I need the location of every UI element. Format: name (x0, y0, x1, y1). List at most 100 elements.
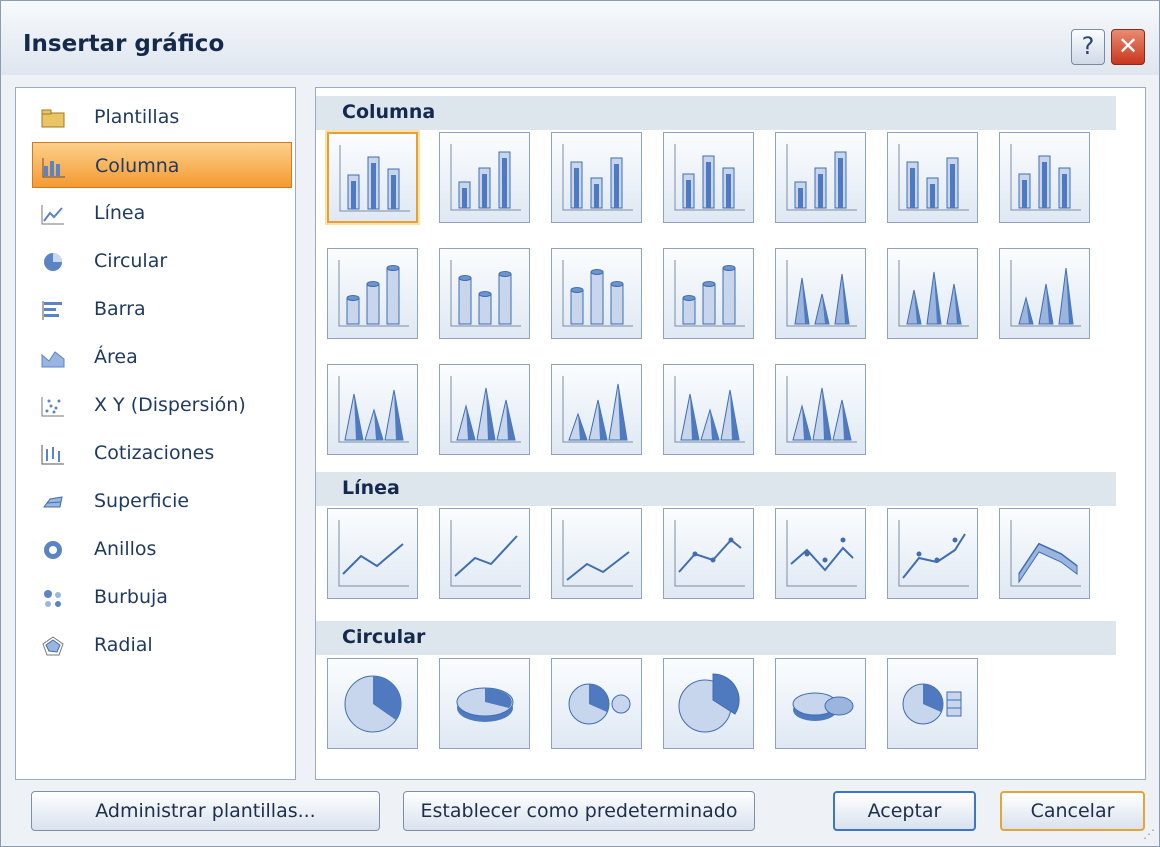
chart-subtype-thumbnail[interactable] (663, 508, 754, 599)
bubble-chart-icon (44, 590, 61, 607)
chart-subtype-thumbnail[interactable] (999, 508, 1090, 599)
chart-subtype-thumbnail[interactable] (439, 364, 530, 455)
category-item[interactable]: Área (32, 334, 292, 380)
chart-subtype-thumbnail[interactable] (663, 658, 754, 749)
chart-preview-icon (450, 260, 521, 327)
chart-subtype-thumbnail[interactable] (663, 248, 754, 339)
chart-subtype-thumbnail[interactable] (439, 658, 530, 749)
chart-preview-icon (338, 260, 409, 327)
chart-subtype-thumbnail[interactable] (887, 132, 978, 223)
chart-subtype-thumbnail[interactable] (551, 364, 642, 455)
chart-subtype-thumbnail[interactable] (327, 132, 418, 223)
category-item[interactable]: Línea (32, 190, 292, 236)
chart-preview-icon (562, 260, 633, 327)
category-item[interactable]: Burbuja (32, 574, 292, 620)
chart-preview-icon (898, 144, 969, 211)
chart-subtype-thumbnail[interactable] (999, 132, 1090, 223)
category-label: X Y (Dispersión) (94, 394, 246, 416)
chart-preview-icon (562, 520, 633, 587)
category-item[interactable]: Barra (32, 286, 292, 332)
chart-subtype-thumbnail[interactable] (775, 132, 866, 223)
title-bar: Insertar gráfico ? ✕ (1, 1, 1159, 75)
set-default-button[interactable]: Establecer como predeterminado (403, 791, 755, 831)
category-label: Radial (94, 634, 153, 656)
chart-preview-icon (786, 144, 857, 211)
chart-category-list: Plantillas Columna Línea Circular Barra Área X… (15, 87, 296, 780)
category-label: Área (94, 346, 138, 368)
section-header: Circular (316, 621, 1116, 655)
chart-subtype-thumbnail[interactable] (775, 508, 866, 599)
chart-subtype-thumbnail[interactable] (439, 248, 530, 339)
category-label: Barra (94, 298, 146, 320)
bar-chart-icon (42, 301, 62, 320)
chart-subtype-thumbnail[interactable] (327, 364, 418, 455)
chart-subtype-thumbnail[interactable] (551, 248, 642, 339)
doughnut-chart-icon (44, 541, 62, 559)
chart-subtype-thumbnail[interactable] (663, 132, 754, 223)
category-item[interactable]: X Y (Dispersión) (32, 382, 292, 428)
category-item[interactable]: Columna (32, 142, 292, 188)
stock-chart-icon (41, 445, 64, 465)
line-chart-icon (41, 205, 64, 225)
category-label: Columna (95, 155, 180, 177)
area-chart-icon (41, 351, 65, 368)
insert-chart-dialog: Insertar gráfico ? ✕ Plantillas Columna Lí… (0, 0, 1160, 847)
dialog-title: Insertar gráfico (23, 31, 225, 57)
category-label: Superficie (94, 490, 190, 512)
chart-subtype-thumbnail[interactable] (775, 364, 866, 455)
category-item[interactable]: Cotizaciones (32, 430, 292, 476)
chart-subtype-thumbnail[interactable] (327, 248, 418, 339)
close-button[interactable]: ✕ (1111, 29, 1145, 65)
category-item[interactable]: Plantillas (32, 94, 292, 140)
chart-preview-icon (1010, 260, 1081, 327)
cancel-button[interactable]: Cancelar (1000, 791, 1145, 831)
category-item[interactable]: Anillos (32, 526, 292, 572)
category-label: Burbuja (94, 586, 168, 608)
chart-subtype-thumbnail[interactable] (327, 658, 418, 749)
chart-preview-icon (786, 520, 857, 587)
folder-icon (41, 109, 65, 128)
chart-preview-icon (898, 260, 969, 327)
section-header: Línea (316, 472, 1116, 506)
chart-preview-icon (902, 683, 962, 725)
section-title: Circular (342, 626, 426, 648)
section-title: Columna (342, 101, 436, 123)
category-item[interactable]: Circular (32, 238, 292, 284)
chart-preview-icon (562, 144, 633, 211)
chart-subtype-thumbnail[interactable] (663, 364, 754, 455)
chart-preview-icon (562, 376, 633, 443)
chart-preview-icon (450, 376, 521, 443)
surface-chart-icon (43, 496, 63, 508)
chart-preview-icon (674, 376, 745, 443)
chart-preview-icon (674, 144, 745, 211)
chart-subtype-thumbnail[interactable] (887, 248, 978, 339)
manage-templates-button[interactable]: Administrar plantillas... (31, 791, 380, 831)
radar-chart-icon (42, 636, 64, 656)
chart-subtype-thumbnail[interactable] (887, 658, 978, 749)
chart-subtype-thumbnail[interactable] (551, 508, 642, 599)
chart-preview-icon (344, 675, 402, 733)
chart-preview-icon (674, 520, 745, 587)
chart-subtype-thumbnail[interactable] (439, 132, 530, 223)
category-label: Plantillas (94, 106, 180, 128)
category-label: Circular (94, 250, 168, 272)
chart-gallery: ColumnaLíneaCircular ▲ ≡ ▼ (315, 87, 1146, 780)
category-item[interactable]: Radial (32, 622, 292, 668)
chart-preview-icon (450, 520, 521, 587)
chart-preview-icon (786, 260, 857, 327)
category-item[interactable]: Superficie (32, 478, 292, 524)
chart-preview-icon (678, 673, 740, 733)
chart-subtype-thumbnail[interactable] (887, 508, 978, 599)
chart-subtype-thumbnail[interactable] (775, 248, 866, 339)
chart-subtype-thumbnail[interactable] (327, 508, 418, 599)
ok-button[interactable]: Aceptar (833, 791, 976, 831)
resize-grip-icon[interactable]: ⋰ (1143, 827, 1155, 841)
chart-subtype-thumbnail[interactable] (551, 132, 642, 223)
chart-subtype-thumbnail[interactable] (999, 248, 1090, 339)
chart-subtype-thumbnail[interactable] (551, 658, 642, 749)
chart-subtype-thumbnail[interactable] (775, 658, 866, 749)
chart-subtype-thumbnail[interactable] (439, 508, 530, 599)
help-button[interactable]: ? (1071, 29, 1105, 65)
chart-preview-icon (338, 520, 409, 587)
category-label: Cotizaciones (94, 442, 215, 464)
